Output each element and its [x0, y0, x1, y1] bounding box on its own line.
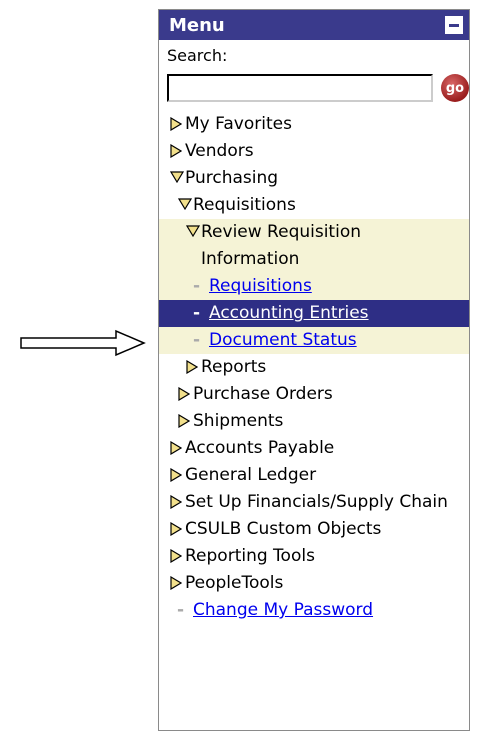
tree-item-label: My Favorites: [185, 114, 292, 134]
menu-title: Menu: [169, 14, 225, 36]
go-button[interactable]: go: [441, 74, 469, 102]
tree-item-label: Review Requisition Information: [201, 222, 361, 269]
dash-icon: -: [193, 330, 201, 350]
tree-item-label: Purchasing: [185, 168, 279, 188]
tree-item-requisitions-folder[interactable]: Requisitions: [159, 192, 469, 219]
dash-icon: -: [193, 303, 201, 323]
review-requisition-group: Review Requisition Information - Requisi…: [159, 219, 469, 354]
tree-item-accounts-payable[interactable]: Accounts Payable: [159, 435, 469, 462]
triangle-right-icon: [169, 435, 185, 462]
tree-item-label: Accounts Payable: [185, 438, 335, 458]
menu-header: Menu: [159, 10, 469, 40]
tree-item-purchase-orders[interactable]: Purchase Orders: [159, 381, 469, 408]
tree-link-requisitions[interactable]: - Requisitions: [159, 273, 469, 300]
tree-item-set-up-financials[interactable]: Set Up Financials/Supply Chain: [159, 489, 469, 516]
search-row: go: [159, 68, 469, 106]
tree-item-label: Set Up Financials/Supply Chain: [185, 492, 448, 512]
triangle-down-icon: [177, 192, 193, 219]
tree-item-label: General Ledger: [185, 465, 317, 485]
accounting-entries-link[interactable]: Accounting Entries: [209, 300, 369, 327]
tree-item-vendors[interactable]: Vendors: [159, 138, 469, 165]
triangle-down-icon: [185, 219, 201, 246]
search-label: Search:: [167, 46, 228, 65]
tree-item-label: Vendors: [185, 141, 254, 161]
document-status-link[interactable]: Document Status: [209, 327, 357, 354]
triangle-right-icon: [169, 543, 185, 570]
triangle-right-icon: [177, 408, 193, 435]
tree-link-change-my-password[interactable]: - Change My Password: [159, 597, 469, 624]
dash-icon: -: [193, 276, 201, 296]
go-label: go: [445, 80, 465, 96]
tree-item-label: CSULB Custom Objects: [185, 519, 382, 539]
tree-item-general-ledger[interactable]: General Ledger: [159, 462, 469, 489]
tree-item-my-favorites[interactable]: My Favorites: [159, 111, 469, 138]
minus-icon: [449, 23, 459, 27]
triangle-right-icon: [169, 516, 185, 543]
tree-link-document-status[interactable]: - Document Status: [159, 327, 469, 354]
triangle-right-icon: [169, 111, 185, 138]
tree-link-accounting-entries[interactable]: - Accounting Entries: [159, 300, 469, 327]
triangle-right-icon: [169, 489, 185, 516]
dash-icon: -: [177, 600, 185, 620]
change-my-password-link[interactable]: Change My Password: [193, 597, 373, 624]
tree-item-label: Reporting Tools: [185, 546, 315, 566]
menu-panel: Menu Search: go My Favorites Vendors Pur…: [158, 9, 470, 731]
tree-item-purchasing[interactable]: Purchasing: [159, 165, 469, 192]
tree-item-label: Purchase Orders: [193, 384, 333, 404]
triangle-right-icon: [185, 354, 201, 381]
menu-tree: My Favorites Vendors Purchasing Requisit…: [159, 106, 469, 624]
tree-item-reporting-tools[interactable]: Reporting Tools: [159, 543, 469, 570]
collapse-menu-button[interactable]: [445, 16, 463, 34]
triangle-down-icon: [169, 165, 185, 192]
pointer-arrow-icon: [20, 329, 146, 357]
tree-item-peopletools[interactable]: PeopleTools: [159, 570, 469, 597]
tree-item-shipments[interactable]: Shipments: [159, 408, 469, 435]
tree-item-label: Reports: [201, 357, 267, 377]
tree-item-reports[interactable]: Reports: [159, 354, 469, 381]
tree-item-label: Requisitions: [193, 195, 296, 215]
tree-item-label: PeopleTools: [185, 573, 284, 593]
search-input[interactable]: [167, 74, 433, 102]
tree-item-csulb-custom-objects[interactable]: CSULB Custom Objects: [159, 516, 469, 543]
triangle-right-icon: [169, 138, 185, 165]
tree-item-review-requisition-information[interactable]: Review Requisition Information: [159, 219, 469, 273]
triangle-right-icon: [169, 462, 185, 489]
triangle-right-icon: [169, 570, 185, 597]
triangle-right-icon: [177, 381, 193, 408]
requisitions-link[interactable]: Requisitions: [209, 273, 312, 300]
tree-item-label: Shipments: [193, 411, 284, 431]
